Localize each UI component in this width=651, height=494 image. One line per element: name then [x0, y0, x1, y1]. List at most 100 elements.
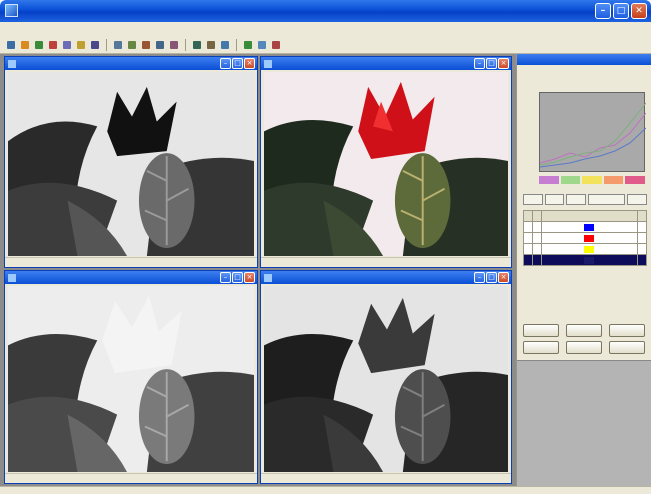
help-icon: [244, 41, 252, 49]
window-minimize-button[interactable]: –: [474, 272, 485, 283]
zoom-in-button[interactable]: [191, 39, 203, 51]
table-row[interactable]: [523, 254, 647, 266]
panel-tool-button[interactable]: [544, 194, 565, 205]
table-header-cell: [637, 210, 647, 222]
panel-button-1[interactable]: [523, 324, 559, 337]
brush-button[interactable]: [154, 39, 166, 51]
table-header-cell: [523, 210, 533, 222]
table-cell: [531, 254, 542, 266]
paste-button[interactable]: [75, 39, 87, 51]
color-swatch: [584, 223, 595, 231]
panel-tool-button[interactable]: [588, 194, 626, 205]
copy-button[interactable]: [61, 39, 73, 51]
image-window-4[interactable]: – □ ×: [260, 270, 512, 484]
table-row[interactable]: [523, 243, 647, 255]
color-swatch-cell: [540, 254, 639, 266]
plant-image-color: [264, 72, 508, 256]
lasso-icon: [142, 41, 150, 49]
color-swatch-cell: [540, 232, 639, 244]
table-row[interactable]: [523, 232, 647, 244]
pointer-icon: [114, 41, 122, 49]
pointer-button[interactable]: [112, 39, 124, 51]
mdi-workspace: – □ × – □ × – □ × – □ ×: [0, 54, 516, 486]
window-minimize-button[interactable]: –: [220, 272, 231, 283]
maximize-button[interactable]: □: [613, 3, 629, 19]
open-button[interactable]: [5, 39, 17, 51]
window-status-bar: [261, 473, 511, 483]
table-cell: [523, 221, 533, 233]
close-button[interactable]: ✕: [631, 3, 647, 19]
table-cell: [523, 243, 533, 255]
table-cell: [637, 254, 647, 266]
window-title-bar[interactable]: – □ ×: [5, 57, 257, 70]
window-close-button[interactable]: ×: [244, 272, 255, 283]
color-swatch: [584, 256, 595, 264]
window-title-bar[interactable]: – □ ×: [5, 271, 257, 284]
histogram-curve-magenta: [539, 112, 647, 164]
panel-section-label: [517, 69, 651, 73]
window-close-button[interactable]: ×: [244, 58, 255, 69]
image-icon: [264, 273, 272, 282]
table-cell: [637, 232, 647, 244]
window-maximize-button[interactable]: □: [486, 272, 497, 283]
exit-button[interactable]: [270, 39, 282, 51]
cut-button[interactable]: [47, 39, 59, 51]
table-row[interactable]: [523, 221, 647, 233]
exit-icon: [272, 41, 280, 49]
plant-image-light: [8, 286, 254, 472]
undo-icon: [91, 41, 99, 49]
window-title-bar[interactable]: – □ ×: [261, 57, 511, 70]
print-button[interactable]: [33, 39, 45, 51]
zoom-out-button[interactable]: [205, 39, 217, 51]
panel-button-2[interactable]: [566, 324, 602, 337]
window-close-button[interactable]: ×: [498, 58, 509, 69]
histogram-axis: [522, 92, 537, 172]
window-maximize-button[interactable]: □: [486, 58, 497, 69]
window-close-button[interactable]: ×: [498, 272, 509, 283]
panel-tool-button[interactable]: [627, 194, 648, 205]
eraser-button[interactable]: [168, 39, 180, 51]
select-icon: [128, 41, 136, 49]
app-icon: [5, 4, 18, 17]
table-cell: [531, 221, 542, 233]
undo-button[interactable]: [89, 39, 101, 51]
zoom-out-icon: [207, 41, 215, 49]
window-minimize-button[interactable]: –: [220, 58, 231, 69]
panel-tool-button[interactable]: [523, 194, 543, 205]
window-title-bar[interactable]: – □ ×: [261, 271, 511, 284]
color-swatch-cell: [540, 243, 639, 255]
info-button[interactable]: [256, 39, 268, 51]
table-cell: [637, 243, 647, 255]
table-cell: [523, 254, 533, 266]
table-cell: [531, 232, 542, 244]
window-maximize-button[interactable]: □: [232, 58, 243, 69]
plant-image-gray: [8, 72, 254, 256]
fit-icon: [221, 41, 229, 49]
window-status-bar: [261, 257, 511, 267]
help-button[interactable]: [242, 39, 254, 51]
plant-image-dark: [264, 286, 508, 472]
lasso-button[interactable]: [140, 39, 152, 51]
legend-swatch: [539, 176, 559, 184]
image-window-2[interactable]: – □ ×: [260, 56, 512, 268]
image-window-1[interactable]: – □ ×: [4, 56, 258, 268]
toolbar-separator: [106, 39, 107, 51]
minimize-button[interactable]: –: [595, 3, 611, 19]
panel-button-4[interactable]: [523, 341, 559, 354]
image-icon: [8, 273, 16, 282]
panel-button-3[interactable]: [609, 324, 645, 337]
zoom-in-icon: [193, 41, 201, 49]
image-icon: [264, 59, 272, 68]
save-button[interactable]: [19, 39, 31, 51]
panel-button-6[interactable]: [609, 341, 645, 354]
image-window-3[interactable]: – □ ×: [4, 270, 258, 484]
window-maximize-button[interactable]: □: [232, 272, 243, 283]
image-icon: [8, 59, 16, 68]
fit-button[interactable]: [219, 39, 231, 51]
histogram-plot: [539, 92, 647, 172]
toolbar: [0, 37, 651, 54]
select-button[interactable]: [126, 39, 138, 51]
panel-tool-button[interactable]: [566, 194, 587, 205]
panel-button-5[interactable]: [566, 341, 602, 354]
window-minimize-button[interactable]: –: [474, 58, 485, 69]
